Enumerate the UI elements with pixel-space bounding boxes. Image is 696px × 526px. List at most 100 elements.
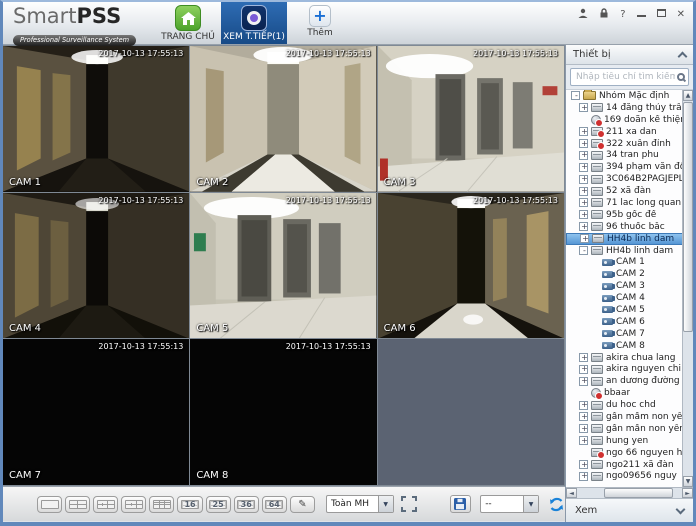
tree-item[interactable]: 52 xã đàn	[566, 185, 693, 197]
help-icon[interactable]: ?	[620, 9, 625, 20]
tree-item-channel[interactable]: CAM 6	[566, 316, 693, 328]
scroll-left-icon[interactable]: ◄	[566, 488, 577, 498]
tree-item[interactable]: 322 xuân đỉnh	[566, 138, 693, 150]
video-tile-cam8[interactable]: 2017-10-13 17:55:13 CAM 8	[190, 339, 377, 485]
tree-item[interactable]: gần mần non yên h	[566, 423, 693, 435]
expander-icon[interactable]	[579, 198, 589, 208]
split-1-button[interactable]	[37, 495, 63, 513]
expander-icon[interactable]	[579, 162, 589, 172]
expander-icon[interactable]	[579, 353, 589, 363]
tree-item[interactable]: 169 doãn kế thiện	[566, 114, 693, 127]
tree-item[interactable]: akira nguyen chi thanh	[566, 363, 693, 375]
video-tile-cam3[interactable]: 2017-10-13 17:55:13 CAM 3	[377, 46, 564, 192]
tree-item[interactable]: du hoc chd	[566, 399, 693, 411]
expander-icon[interactable]	[580, 234, 590, 244]
expander-icon[interactable]	[579, 412, 589, 422]
expander-icon[interactable]	[579, 460, 589, 470]
video-tile-cam6[interactable]: 2017-10-13 17:55:13 CAM 6	[377, 192, 564, 339]
screen-mode-select[interactable]: Toàn MH ▼	[325, 495, 394, 513]
tree-group-default[interactable]: Nhóm Mặc định	[566, 90, 693, 102]
tree-item[interactable]: bbaar	[566, 387, 693, 401]
expander-icon[interactable]	[579, 424, 589, 434]
split-9-button[interactable]	[149, 495, 175, 513]
tree-item[interactable]: ngo09656 nguy	[566, 471, 693, 483]
expander-icon[interactable]	[579, 222, 589, 232]
tree-item[interactable]: 394 phạm văn đồng	[566, 161, 693, 173]
expander-icon[interactable]	[579, 210, 589, 220]
expander-icon[interactable]	[579, 127, 589, 137]
tree-item-channel[interactable]: CAM 5	[566, 304, 693, 316]
search-input[interactable]	[574, 72, 677, 82]
expander-icon[interactable]	[579, 471, 589, 481]
scrollbar-thumb[interactable]	[604, 488, 673, 498]
minimize-icon[interactable]	[636, 10, 646, 20]
search-icon[interactable]	[677, 73, 685, 81]
expander-icon[interactable]	[579, 103, 589, 113]
split-8-button[interactable]	[121, 495, 147, 513]
video-tile-cam4[interactable]: 2017-10-13 17:55:13 CAM 4	[3, 192, 190, 339]
stream-select[interactable]: -- ▼	[480, 495, 540, 513]
split-16-button[interactable]: 16	[177, 495, 203, 513]
split-64-button[interactable]: 64	[261, 495, 287, 513]
view-panel-header[interactable]: Xem	[566, 498, 693, 522]
tab-live-view[interactable]: XEM T.TIẾP(1)	[221, 2, 287, 44]
tree-item[interactable]: 34 tran phu	[566, 149, 693, 161]
expander-icon[interactable]	[579, 150, 589, 160]
tree-item[interactable]: 96 thuốc bắc	[566, 221, 693, 233]
split-4-button[interactable]	[65, 495, 91, 513]
split-25-button[interactable]: 25	[205, 495, 231, 513]
tree-item[interactable]: ngo 66 nguyen hoa	[566, 447, 693, 460]
save-view-button[interactable]	[449, 495, 472, 513]
refresh-icon[interactable]	[548, 496, 565, 513]
video-tile-cam5[interactable]: 2017-10-13 17:55:13 CAM 5	[190, 192, 377, 339]
user-icon[interactable]	[578, 8, 588, 21]
custom-split-button[interactable]: ✎	[289, 495, 315, 513]
video-tile-empty[interactable]	[377, 339, 564, 485]
expander-icon[interactable]	[579, 174, 589, 184]
tree-item[interactable]: 211 xa dan	[566, 126, 693, 139]
tree-item[interactable]: akira chua lang	[566, 352, 693, 364]
expander-icon[interactable]	[571, 91, 581, 101]
tree-item-channel[interactable]: CAM 8	[566, 340, 693, 352]
tree-item[interactable]: hung yen	[566, 435, 693, 447]
video-tile-cam2[interactable]: 2017-10-13 17:55:13 CAM 2	[190, 46, 377, 192]
expander-icon[interactable]	[579, 364, 589, 374]
video-tile-cam7[interactable]: 2017-10-13 17:55:13 CAM 7	[3, 339, 190, 485]
video-tile-cam1[interactable]: 2017-10-13 17:55:13 CAM 1	[3, 46, 190, 192]
tab-home[interactable]: TRANG CHỦ	[155, 2, 221, 44]
tree-item[interactable]: ngo211 xã đàn	[566, 459, 693, 471]
expander-icon[interactable]	[579, 246, 589, 256]
scroll-down-icon[interactable]: ▼	[683, 476, 693, 487]
tree-item-channel[interactable]: CAM 2	[566, 268, 693, 280]
horizontal-scrollbar[interactable]: ◄ ►	[566, 487, 693, 498]
tree-item-channel[interactable]: CAM 7	[566, 328, 693, 340]
scrollbar-thumb[interactable]	[683, 102, 693, 333]
expander-icon[interactable]	[579, 186, 589, 196]
tree-item[interactable]: gần mầm non yên	[566, 411, 693, 423]
split-6-button[interactable]	[93, 495, 119, 513]
lock-icon[interactable]	[599, 8, 609, 21]
scroll-up-icon[interactable]: ▲	[683, 90, 693, 101]
fullscreen-icon[interactable]	[400, 496, 417, 512]
split-36-button[interactable]: 36	[233, 495, 259, 513]
tree-item[interactable]: 3C064B2PAGJEPL	[566, 173, 693, 185]
tree-item-selected[interactable]: HH4b linh dam	[566, 232, 693, 245]
expander-icon[interactable]	[579, 139, 589, 148]
maximize-icon[interactable]	[656, 9, 666, 20]
expander-icon[interactable]	[579, 376, 589, 386]
vertical-scrollbar[interactable]: ▲ ▼	[682, 90, 693, 487]
tree-item-channel[interactable]: CAM 3	[566, 280, 693, 292]
scroll-right-icon[interactable]: ►	[682, 488, 693, 498]
tree-item[interactable]: 71 lac long quan	[566, 197, 693, 209]
expander-icon[interactable]	[579, 436, 589, 446]
tree-item-channel[interactable]: CAM 4	[566, 292, 693, 304]
close-icon[interactable]: ✕	[677, 9, 685, 20]
tree-item[interactable]: 95b gốc đề	[566, 209, 693, 221]
device-panel-header[interactable]: Thiết bị	[566, 45, 693, 65]
tree-item[interactable]: 14 đăng thủy trâm	[566, 102, 693, 114]
expander-icon[interactable]	[579, 400, 589, 410]
tree-item-channel[interactable]: CAM 1	[566, 256, 693, 268]
tab-add[interactable]: + Thêm	[287, 2, 353, 44]
tree-item[interactable]: an dương đường 5	[566, 375, 693, 387]
tree-item[interactable]: HH4b linh dam	[566, 245, 693, 257]
